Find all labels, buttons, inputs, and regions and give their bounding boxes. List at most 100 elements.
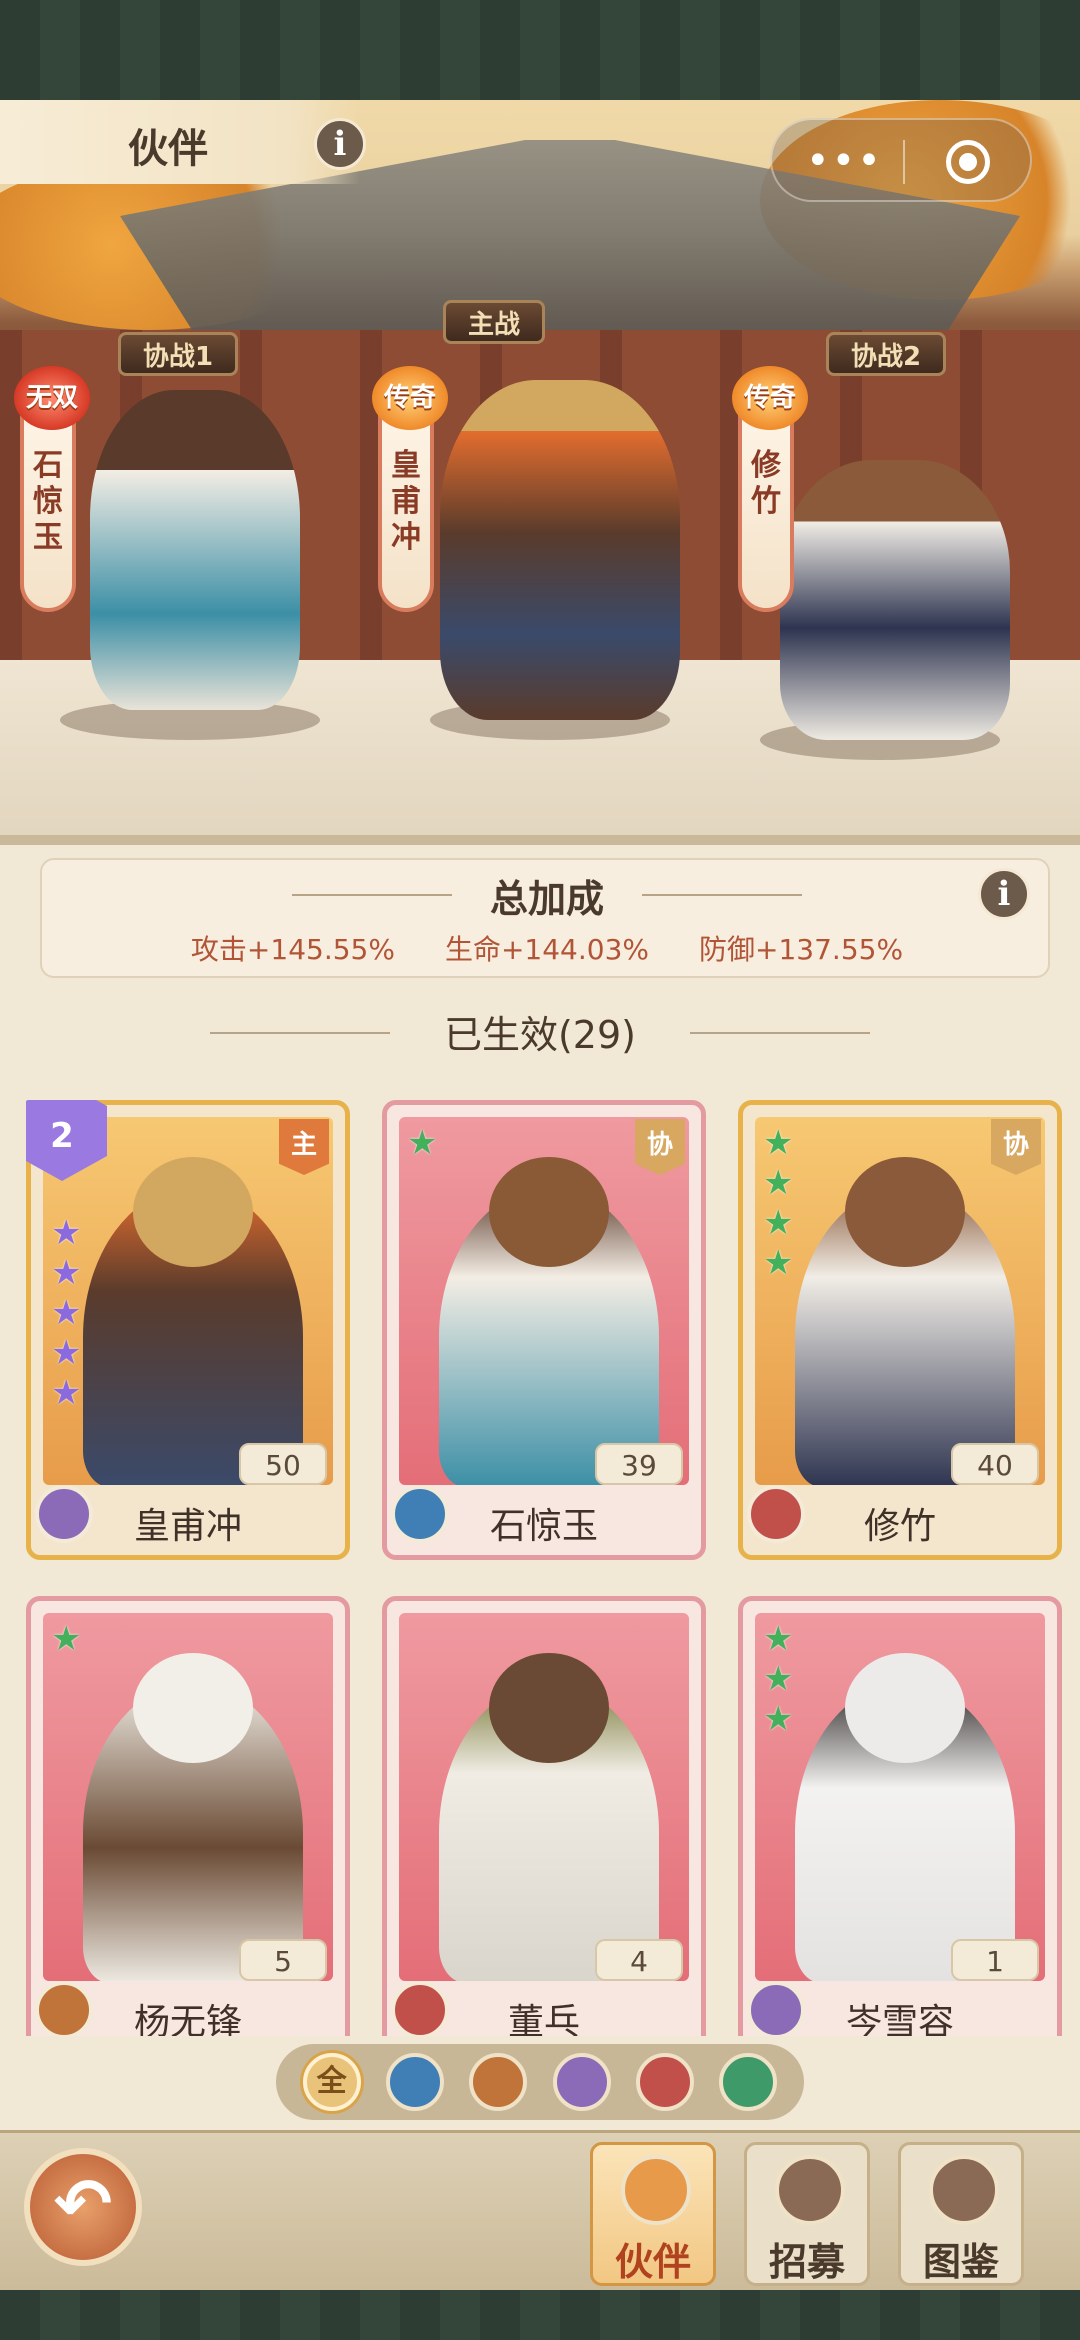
info-icon[interactable]: i [314, 118, 366, 170]
nav-recruit-button[interactable]: 招募 [744, 2142, 870, 2286]
level-badge: 50 [239, 1443, 327, 1485]
partner-card[interactable]: ★ ★ ★ 1 岑雪容 [738, 1596, 1062, 2036]
partner-card[interactable]: 2 主 ★ ★ ★ ★ ★ 50 皇甫冲 [26, 1100, 350, 1560]
star-icon: ★ [763, 1699, 794, 1739]
more-dots-icon[interactable]: ••• [806, 138, 883, 184]
partner-name: 董乓 [507, 2002, 580, 2036]
star-icon: ★ [407, 1123, 438, 1163]
partner-name: 杨无锋 [133, 2002, 242, 2036]
partner-card-grid: 2 主 ★ ★ ★ ★ ★ 50 皇甫冲 协 ★ 39 石惊玉 协 ★ ★ ★ ★ 40 [26, 1100, 1066, 2036]
star-rating: ★ ★ ★ ★ ★ [51, 1215, 81, 1411]
star-icon: ★ [51, 1373, 82, 1413]
hero-tag[interactable]: 传奇 修竹 [732, 366, 808, 612]
star-rating: ★ ★ ★ ★ [763, 1125, 793, 1281]
assist-role-tag: 协 [991, 1119, 1041, 1175]
star-icon: ★ [763, 1619, 794, 1659]
partner-name: 修竹 [863, 1506, 936, 1547]
bonus-values: 攻击+145.55% 生命+144.03% 防御+137.55% [42, 928, 1052, 968]
card-art [755, 1613, 1045, 1981]
star-icon: ★ [763, 1203, 794, 1243]
portrait-head [489, 1653, 609, 1763]
fist-element-icon[interactable] [635, 2053, 694, 2111]
recruit-icon [775, 2155, 845, 2225]
star-rating: ★ [51, 1621, 81, 1657]
partner-card[interactable]: 协 ★ ★ ★ ★ 40 修竹 [738, 1100, 1062, 1560]
hero-tag[interactable]: 无双 石惊玉 [14, 366, 90, 612]
mini-program-capsule: ••• [770, 118, 1032, 202]
top-pattern [0, 0, 1080, 100]
hero-huangfu-chong[interactable] [440, 380, 680, 720]
card-art [755, 1117, 1045, 1485]
star-icon: ★ [51, 1213, 82, 1253]
nav-label: 伙伴 [614, 2239, 691, 2284]
level-badge: 40 [951, 1443, 1039, 1485]
hero-name: 皇甫冲 [391, 448, 421, 555]
level-badge: 4 [595, 1939, 683, 1981]
bottom-pattern [0, 2290, 1080, 2340]
partner-name: 皇甫冲 [133, 1506, 242, 1547]
star-icon: ★ [763, 1659, 794, 1699]
star-rating: ★ [407, 1125, 437, 1161]
main-role-tag: 主 [279, 1119, 329, 1175]
level-badge: 1 [951, 1939, 1039, 1981]
water-element-icon[interactable] [385, 2053, 444, 2111]
hero-tag[interactable]: 传奇 皇甫冲 [372, 366, 448, 612]
star-icon: ★ [763, 1123, 794, 1163]
star-icon: ★ [51, 1253, 82, 1293]
star-rating: ★ ★ ★ [763, 1621, 793, 1737]
hero-name: 石惊玉 [33, 448, 63, 555]
portrait-head [489, 1157, 609, 1267]
star-icon: ★ [51, 1293, 82, 1333]
book-icon [929, 2155, 999, 2225]
assist-role-tag: 协 [635, 1119, 685, 1175]
hp-bonus: 生命+144.03% [444, 933, 650, 966]
filter-all-button[interactable]: 全 [302, 2053, 361, 2111]
partner-name: 岑雪容 [845, 2002, 954, 2036]
card-art [43, 1613, 333, 1981]
main-battle-sign: 主战 [443, 300, 546, 344]
assist1-sign: 协战1 [118, 332, 239, 376]
level-badge: 5 [239, 1939, 327, 1981]
back-arrow-icon[interactable]: ↶ [24, 2148, 142, 2266]
portrait-hat [133, 1157, 253, 1267]
portrait-head [845, 1157, 965, 1267]
hero-name: 修竹 [751, 448, 781, 519]
divider [903, 140, 905, 184]
card-art [43, 1117, 333, 1485]
nav-partner-button[interactable]: 伙伴 [590, 2142, 716, 2286]
defense-bonus: 防御+137.55% [699, 933, 904, 966]
wind-element-icon[interactable] [719, 2053, 778, 2111]
card-art [399, 1117, 689, 1485]
portrait-head [133, 1653, 253, 1763]
bonus-info-icon[interactable]: i [978, 868, 1030, 920]
fire-element-icon[interactable] [469, 2053, 528, 2111]
star-icon: ★ [51, 1333, 82, 1373]
bonus-title: 总加成 [489, 877, 604, 921]
star-icon: ★ [763, 1163, 794, 1203]
partner-name: 石惊玉 [489, 1506, 598, 1547]
partner-icon [621, 2155, 691, 2225]
partner-card[interactable]: 4 董乓 [382, 1596, 706, 2036]
star-icon: ★ [51, 1619, 82, 1659]
element-filter-bar: 全 [276, 2044, 804, 2120]
nav-codex-button[interactable]: 图鉴 [898, 2142, 1024, 2286]
partner-card[interactable]: 协 ★ 39 石惊玉 [382, 1100, 706, 1560]
star-icon: ★ [763, 1243, 794, 1283]
hero-xiu-zhu[interactable] [780, 460, 1010, 740]
hero-shi-jingyu[interactable] [90, 390, 300, 710]
portrait-head [845, 1653, 965, 1763]
card-art [399, 1613, 689, 1981]
poison-element-icon[interactable] [552, 2053, 611, 2111]
assist2-sign: 协战2 [826, 332, 947, 376]
nav-label: 招募 [768, 2239, 845, 2284]
record-icon[interactable] [946, 140, 990, 184]
partner-card[interactable]: ★ 5 杨无锋 [26, 1596, 350, 2036]
rarity-badge: 无双 [14, 366, 90, 430]
title-bar: 伙伴 [0, 100, 360, 184]
nav-label: 图鉴 [922, 2239, 999, 2284]
effective-count: 已生效(29) [443, 1013, 636, 1057]
level-badge: 39 [595, 1443, 683, 1485]
rarity-badge: 传奇 [732, 366, 808, 430]
attack-bonus: 攻击+145.55% [190, 933, 395, 966]
total-bonus-box: 总加成 攻击+145.55% 生命+144.03% 防御+137.55% [40, 858, 1050, 978]
